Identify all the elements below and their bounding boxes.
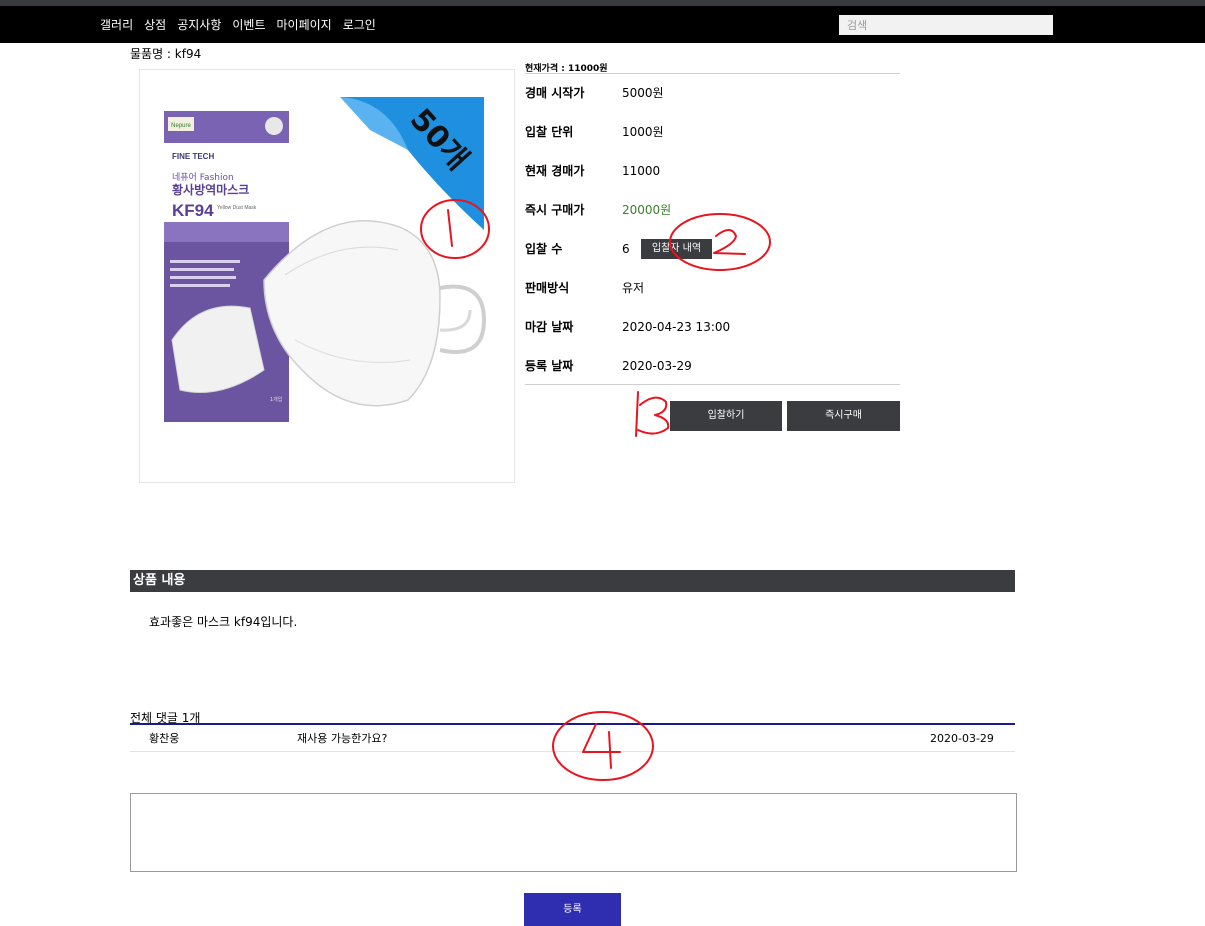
detail-value: 유저 <box>622 281 645 295</box>
comment-author: 황찬웅 <box>149 732 180 745</box>
comment-date: 2020-03-29 <box>930 732 994 745</box>
image-line2: 황사방역마스크 <box>172 182 249 197</box>
image-brand-tag: Nepure <box>171 123 191 129</box>
detail-row-start-price: 경매 시작가 5000원 <box>525 83 900 103</box>
detail-row-bid-count: 입찰 수 6 입찰자 내역 <box>525 239 900 259</box>
detail-value: 5000원 <box>622 86 664 100</box>
comment-input[interactable] <box>130 793 1017 872</box>
search-input[interactable] <box>839 15 1053 35</box>
image-maker: FINE TECH <box>172 152 214 161</box>
nav-item-shop[interactable]: 상점 <box>144 16 166 33</box>
product-name: 물품명 : kf94 <box>130 47 202 61</box>
image-kf-label: KF94 <box>172 201 214 220</box>
product-description: 효과좋은 마스크 kf94입니다. <box>149 615 298 629</box>
detail-label: 마감 날짜 <box>525 320 574 334</box>
nav-item-mypage[interactable]: 마이페이지 <box>277 16 332 33</box>
image-line1: 네퓨어 Fashion <box>172 172 234 183</box>
detail-row-current-bid: 현재 경매가 11000 <box>525 161 900 181</box>
detail-row-end-date: 마감 날짜 2020-04-23 13:00 <box>525 317 900 337</box>
divider-bottom <box>525 384 900 385</box>
nav-item-gallery[interactable]: 갤러리 <box>100 16 133 33</box>
annotation-mark-3 <box>635 391 670 437</box>
detail-label: 판매방식 <box>525 281 570 295</box>
bid-button[interactable]: 입찰하기 <box>670 401 782 431</box>
comment-text: 재사용 가능한가요? <box>297 732 388 745</box>
detail-value-green: 20000원 <box>622 203 672 217</box>
section-title-bar: 상품 내용 <box>130 570 1015 592</box>
product-image: Nepure FINE TECH 네퓨어 Fashion 황사방역마스크 KF9… <box>139 69 515 483</box>
detail-row-sale-type: 판매방식 유저 <box>525 278 900 298</box>
detail-row-reg-date: 등록 날짜 2020-03-29 <box>525 356 900 376</box>
detail-label: 즉시 구매가 <box>525 203 585 217</box>
nav-item-login[interactable]: 로그인 <box>343 16 376 33</box>
detail-value: 11000 <box>622 164 661 178</box>
detail-label: 입찰 단위 <box>525 125 574 139</box>
detail-row-bid-unit: 입찰 단위 1000원 <box>525 122 900 142</box>
detail-label: 현재 경매가 <box>525 164 585 178</box>
image-sub-label: Yellow Dust Mask <box>217 205 257 211</box>
detail-label: 경매 시작가 <box>525 86 585 100</box>
divider-top <box>525 73 900 74</box>
detail-value: 2020-03-29 <box>622 359 692 373</box>
image-count-label: 1개입 <box>270 396 282 403</box>
nav-item-event[interactable]: 이벤트 <box>232 16 265 33</box>
buy-now-button[interactable]: 즉시구매 <box>787 401 900 431</box>
bidder-history-button[interactable]: 입찰자 내역 <box>641 239 712 259</box>
detail-row-buy-now-price: 즉시 구매가 20000원 <box>525 200 900 220</box>
comment-row: 황찬웅 재사용 가능한가요? 2020-03-29 <box>130 726 1015 752</box>
nav-menu: 갤러리 상점 공지사항 이벤트 마이페이지 로그인 <box>100 6 387 43</box>
detail-label: 등록 날짜 <box>525 359 574 373</box>
detail-value: 1000원 <box>622 125 664 139</box>
nav-item-notice[interactable]: 공지사항 <box>177 16 221 33</box>
detail-value: 6 <box>622 242 630 256</box>
comment-submit-button[interactable]: 등록 <box>524 893 621 926</box>
top-navbar: 갤러리 상점 공지사항 이벤트 마이페이지 로그인 <box>0 6 1205 43</box>
detail-value: 2020-04-23 13:00 <box>622 320 731 334</box>
comment-divider <box>130 723 1015 725</box>
detail-label: 입찰 수 <box>525 242 563 256</box>
